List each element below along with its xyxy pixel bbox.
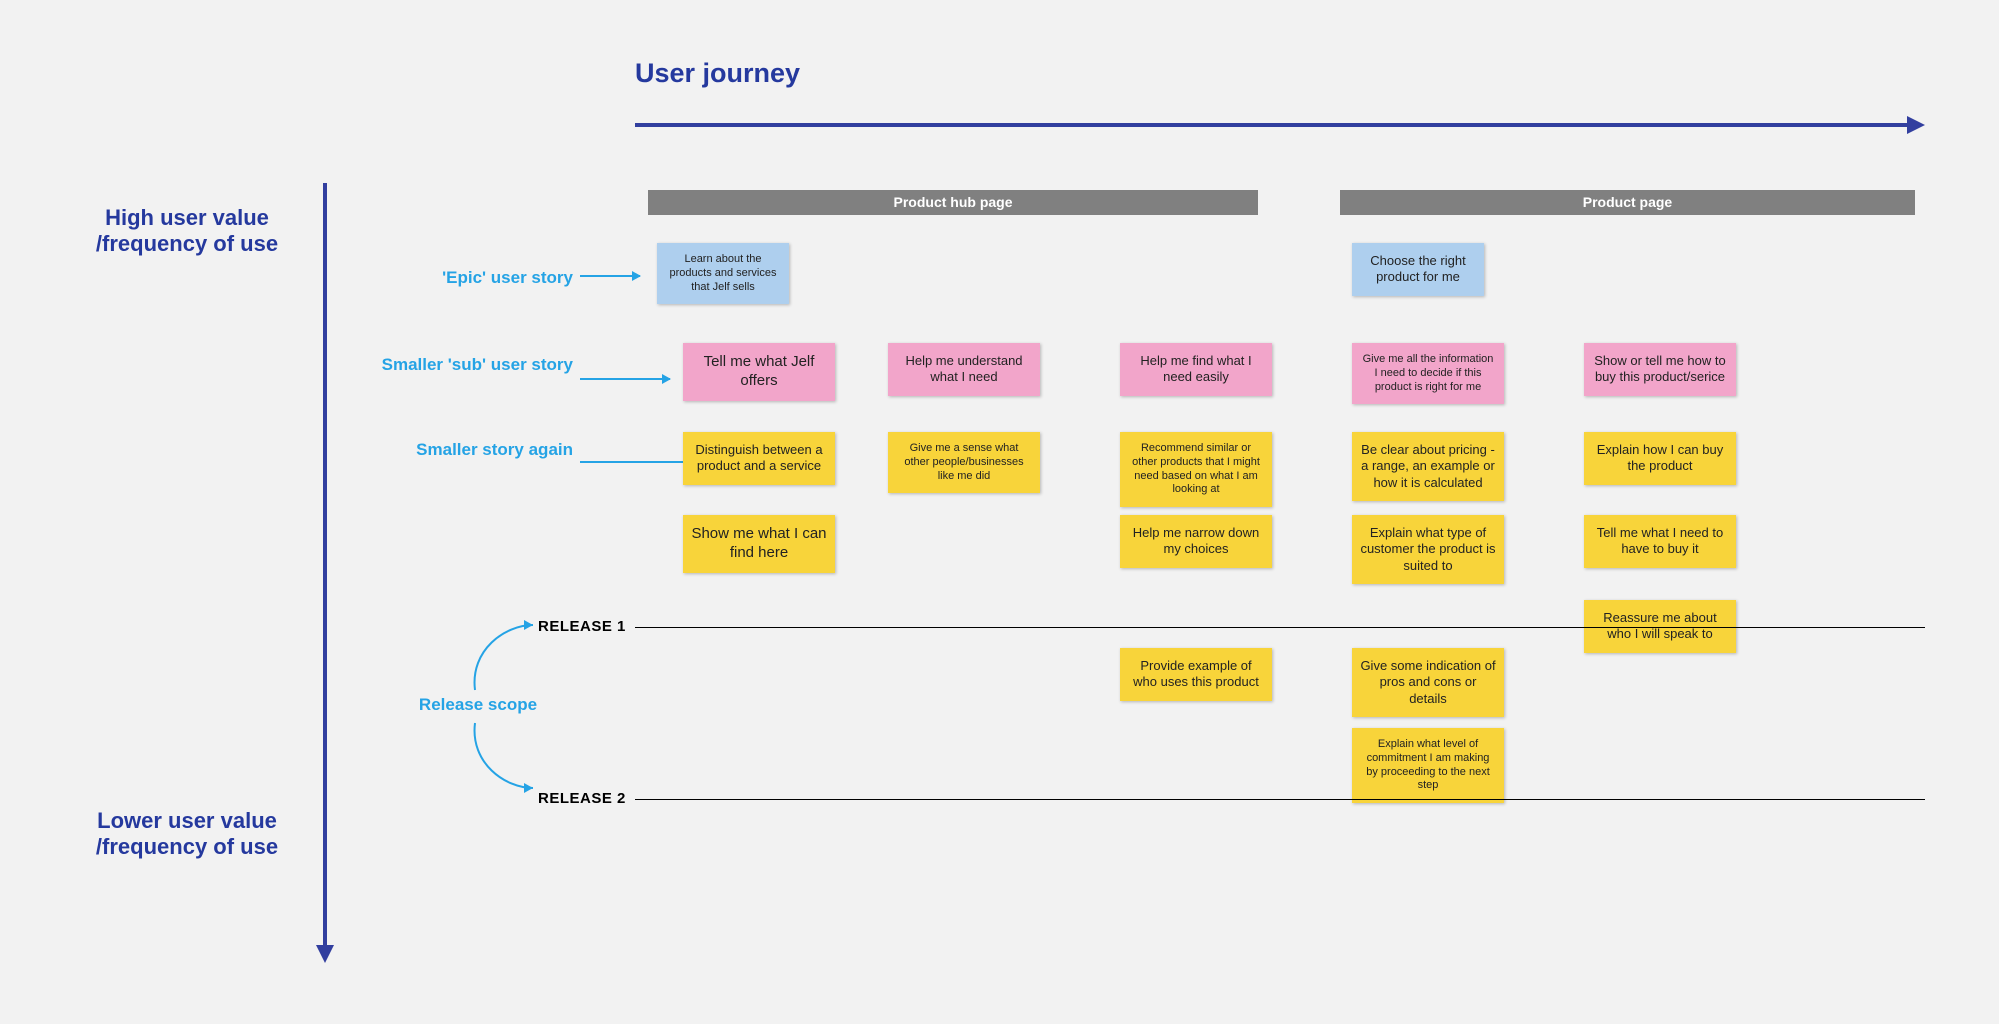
sub-note-c2[interactable]: Help me understand what I need	[888, 343, 1040, 396]
journey-arrow	[635, 120, 1925, 130]
sub-note-c4[interactable]: Give me all the information I need to de…	[1352, 343, 1504, 404]
small-note-c4b[interactable]: Explain what type of customer the produc…	[1352, 515, 1504, 584]
small-note-c5a[interactable]: Explain how I can buy the product	[1584, 432, 1736, 485]
legend-arrow-small	[580, 461, 698, 463]
legend-arrow-scope-1	[455, 620, 545, 695]
epic-note-hub[interactable]: Learn about the products and services th…	[657, 243, 789, 304]
legend-scope: Release scope	[413, 695, 543, 715]
legend-arrow-scope-2	[455, 718, 545, 793]
release-1-line	[635, 627, 1925, 628]
column-header-hub: Product hub page	[648, 190, 1258, 215]
story-map-canvas: User journey High user value /frequency …	[0, 0, 1999, 1024]
axis-label-low: Lower user value /frequency of use	[72, 808, 302, 860]
axis-label-high: High user value /frequency of use	[72, 205, 302, 257]
small-note-c2a[interactable]: Give me a sense what other people/busine…	[888, 432, 1040, 493]
value-axis-arrow	[320, 183, 330, 963]
small-note-c4a[interactable]: Be clear about pricing - a range, an exa…	[1352, 432, 1504, 501]
sub-note-c1[interactable]: Tell me what Jelf offers	[683, 343, 835, 401]
column-header-page: Product page	[1340, 190, 1915, 215]
small-note-c3b[interactable]: Help me narrow down my choices	[1120, 515, 1272, 568]
sub-note-c5[interactable]: Show or tell me how to buy this product/…	[1584, 343, 1736, 396]
rel1-note-c3[interactable]: Provide example of who uses this product	[1120, 648, 1272, 701]
legend-sub: Smaller 'sub' user story	[343, 355, 573, 375]
legend-arrow-sub	[580, 378, 670, 380]
release-1-label: RELEASE 1	[538, 618, 626, 635]
rel1-note-c4a[interactable]: Give some indication of pros and cons or…	[1352, 648, 1504, 717]
small-note-c5b[interactable]: Tell me what I need to have to buy it	[1584, 515, 1736, 568]
diagram-title: User journey	[635, 58, 800, 89]
release-2-label: RELEASE 2	[538, 790, 626, 807]
sub-note-c3[interactable]: Help me find what I need easily	[1120, 343, 1272, 396]
rel1-note-c4b[interactable]: Explain what level of commitment I am ma…	[1352, 728, 1504, 803]
small-note-c1b[interactable]: Show me what I can find here	[683, 515, 835, 573]
legend-small: Smaller story again	[343, 440, 573, 460]
release-2-line	[635, 799, 1925, 800]
legend-epic: 'Epic' user story	[343, 268, 573, 288]
small-note-c1a[interactable]: Distinguish between a product and a serv…	[683, 432, 835, 485]
epic-note-page[interactable]: Choose the right product for me	[1352, 243, 1484, 296]
small-note-c3a[interactable]: Recommend similar or other products that…	[1120, 432, 1272, 507]
legend-arrow-epic	[580, 275, 640, 277]
